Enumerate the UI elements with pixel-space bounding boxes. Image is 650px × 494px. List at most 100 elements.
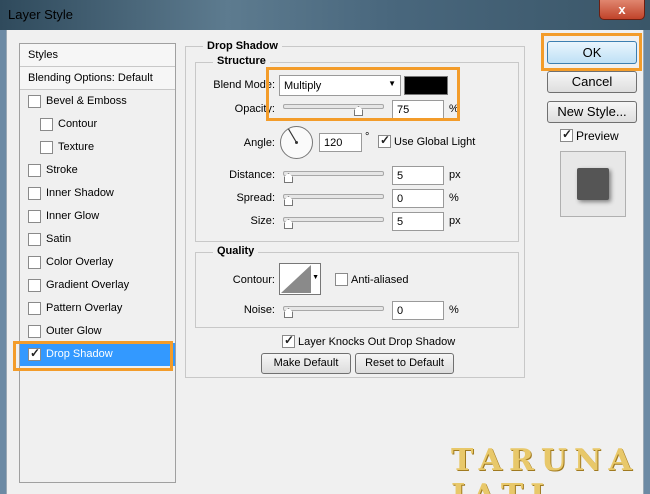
spread-field[interactable]: 0: [392, 189, 444, 208]
size-label: Size:: [250, 215, 275, 227]
distance-unit: px: [449, 169, 461, 181]
distance-field[interactable]: 5: [392, 166, 444, 185]
spread-label: Spread:: [236, 192, 275, 204]
style-checkbox[interactable]: [40, 141, 53, 154]
style-item-label: Texture: [58, 141, 95, 153]
style-checkbox[interactable]: [28, 210, 41, 223]
make-default-button[interactable]: Make Default: [261, 353, 351, 374]
angle-unit: °: [365, 131, 370, 143]
watermark: TARUNA JATI: [451, 443, 639, 494]
style-items: Bevel & Emboss Contour Texture Stroke Inner …: [20, 90, 175, 366]
style-item-color-overlay[interactable]: Color Overlay: [20, 251, 175, 274]
style-item-satin[interactable]: Satin: [20, 228, 175, 251]
shadow-color-swatch[interactable]: [404, 76, 448, 95]
new-style-button[interactable]: New Style...: [547, 101, 637, 123]
opacity-field[interactable]: 75: [392, 100, 444, 119]
check-icon: [378, 133, 391, 148]
anti-aliased-checkbox[interactable]: [335, 273, 348, 289]
style-item-inner-shadow[interactable]: Inner Shadow: [20, 182, 175, 205]
checkbox-box: [335, 273, 348, 286]
contour-picker[interactable]: ▼: [279, 263, 321, 295]
blend-mode-select[interactable]: Multiply ▼: [279, 75, 401, 96]
style-checkbox[interactable]: [28, 164, 41, 177]
spread-unit: %: [449, 192, 459, 204]
preview-checkbox[interactable]: [560, 127, 573, 145]
style-item-label: Color Overlay: [46, 256, 114, 268]
noise-label: Noise:: [243, 304, 275, 316]
style-checkbox[interactable]: [28, 256, 41, 269]
style-item-label: Drop Shadow: [46, 348, 113, 360]
size-slider[interactable]: [283, 217, 384, 222]
style-checkbox[interactable]: [28, 302, 41, 315]
style-item-bevel-emboss[interactable]: Bevel & Emboss: [20, 90, 175, 113]
angle-dial[interactable]: [279, 125, 314, 160]
style-item-inner-glow[interactable]: Inner Glow: [20, 205, 175, 228]
opacity-slider[interactable]: [283, 104, 384, 109]
opacity-unit: %: [449, 103, 459, 115]
cancel-button[interactable]: Cancel: [547, 71, 637, 93]
style-item-gradient-overlay[interactable]: Gradient Overlay: [20, 274, 175, 297]
blend-mode-value: Multiply: [284, 80, 322, 92]
style-item-contour[interactable]: Contour: [20, 113, 175, 136]
window-title: Layer Style: [8, 7, 74, 22]
layer-style-dialog: Styles Blending Options: Default Bevel &…: [6, 30, 644, 494]
ok-button[interactable]: OK: [547, 41, 637, 64]
style-item-texture[interactable]: Texture: [20, 136, 175, 159]
knockout-label: Layer Knocks Out Drop Shadow: [298, 336, 456, 348]
style-item-label: Gradient Overlay: [46, 279, 130, 291]
preview-thumbnail: [560, 151, 626, 217]
check-icon: [282, 333, 295, 348]
style-item-label: Contour: [58, 118, 98, 130]
style-item-outer-glow[interactable]: Outer Glow: [20, 320, 175, 343]
noise-unit: %: [449, 304, 459, 316]
preview-swatch: [577, 168, 609, 200]
blend-mode-label: Blend Mode:: [213, 79, 275, 91]
size-unit: px: [449, 215, 461, 227]
structure-title: Structure: [213, 55, 270, 67]
style-item-stroke[interactable]: Stroke: [20, 159, 175, 182]
chevron-down-icon: ▼: [312, 274, 319, 281]
spread-slider[interactable]: [283, 194, 384, 199]
check-icon: [560, 127, 573, 142]
knockout-checkbox[interactable]: [282, 333, 295, 351]
contour-label: Contour:: [232, 274, 275, 286]
style-item-drop-shadow[interactable]: Drop Shadow: [20, 343, 175, 366]
size-field[interactable]: 5: [392, 212, 444, 231]
noise-field[interactable]: 0: [392, 301, 444, 320]
opacity-label: Opacity:: [234, 103, 275, 115]
blending-options-item[interactable]: Blending Options: Default: [20, 67, 175, 90]
close-button[interactable]: x: [599, 0, 645, 20]
anti-aliased-label: Anti-aliased: [351, 274, 409, 286]
style-item-label: Inner Glow: [46, 210, 100, 222]
style-checkbox[interactable]: [28, 325, 41, 338]
quality-title: Quality: [213, 245, 259, 257]
noise-slider[interactable]: [283, 306, 384, 311]
chevron-down-icon: ▼: [388, 79, 396, 88]
style-item-label: Pattern Overlay: [46, 302, 123, 314]
style-item-pattern-overlay[interactable]: Pattern Overlay: [20, 297, 175, 320]
style-item-label: Bevel & Emboss: [46, 95, 127, 107]
style-checkbox[interactable]: [28, 95, 41, 108]
style-item-label: Satin: [46, 233, 72, 245]
style-item-label: Stroke: [46, 164, 78, 176]
style-checkbox[interactable]: [28, 346, 41, 361]
quality-group: [195, 252, 519, 328]
styles-list: Styles Blending Options: Default Bevel &…: [19, 43, 176, 483]
distance-label: Distance:: [229, 169, 275, 181]
preview-label: Preview: [576, 129, 619, 143]
global-light-checkbox[interactable]: [378, 133, 391, 151]
angle-field[interactable]: 120: [319, 133, 362, 152]
global-light-label: Use Global Light: [394, 136, 476, 148]
style-checkbox[interactable]: [28, 279, 41, 292]
style-item-label: Inner Shadow: [46, 187, 114, 199]
title-bar: Layer Style x: [0, 0, 650, 30]
style-item-label: Outer Glow: [46, 325, 102, 337]
angle-label: Angle:: [243, 137, 275, 149]
style-checkbox[interactable]: [28, 187, 41, 200]
style-checkbox[interactable]: [28, 233, 41, 246]
drop-shadow-title: Drop Shadow: [203, 40, 282, 52]
style-checkbox[interactable]: [40, 118, 53, 131]
reset-default-button[interactable]: Reset to Default: [355, 353, 454, 374]
styles-header[interactable]: Styles: [20, 44, 175, 67]
distance-slider[interactable]: [283, 171, 384, 176]
